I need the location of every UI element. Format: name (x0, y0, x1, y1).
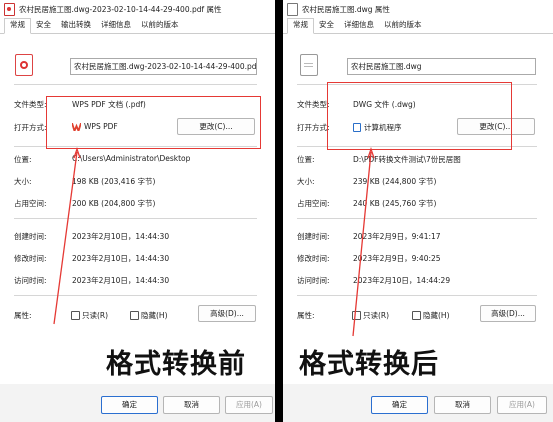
pdf-file-icon (4, 3, 15, 16)
properties-dialog-before: 农村民居施工图.dwg-2023-02-10-14-44-29-400.pdf … (0, 0, 275, 422)
arrow-annotation (352, 146, 375, 337)
tab-strip: 常规 安全 详细信息 以前的版本 (283, 18, 553, 34)
properties-dialog-after: 农村民居施工图.dwg 属性 常规 安全 详细信息 以前的版本 农村民居施工图.… (283, 0, 553, 422)
tab-general[interactable]: 常规 (287, 18, 314, 34)
tab-details[interactable]: 详细信息 (339, 19, 379, 33)
cancel-button[interactable]: 取消 (434, 396, 491, 414)
dwg-file-icon (287, 3, 298, 16)
caption-before: 格式转换前 (106, 349, 246, 380)
dialog-footer: 确定 取消 应用(A) (283, 384, 553, 422)
caption-after: 格式转换后 (299, 349, 439, 380)
ok-button[interactable]: 确定 (371, 396, 428, 414)
ok-button[interactable]: 确定 (101, 396, 158, 414)
tab-general[interactable]: 常规 (4, 18, 31, 34)
tab-previous-versions[interactable]: 以前的版本 (379, 19, 427, 33)
tab-security[interactable]: 安全 (314, 19, 339, 33)
tab-details[interactable]: 详细信息 (96, 19, 136, 33)
window-title: 农村民居施工图.dwg 属性 (302, 5, 390, 14)
title-bar: 农村民居施工图.dwg 属性 (283, 0, 553, 19)
general-panel: 农村民居施工图.dwg 文件类型: DWG 文件 (.dwg) 打开方式: 计算… (283, 34, 553, 384)
tab-output-convert[interactable]: 输出转换 (56, 19, 96, 33)
dialog-footer: 确定 取消 应用(A) (0, 384, 275, 422)
tab-security[interactable]: 安全 (31, 19, 56, 33)
cancel-button[interactable]: 取消 (163, 396, 220, 414)
general-panel: 农村民居施工图.dwg-2023-02-10-14-44-29-400.pdf … (0, 34, 275, 384)
apply-button[interactable]: 应用(A) (225, 396, 273, 414)
tab-previous-versions[interactable]: 以前的版本 (136, 19, 184, 33)
window-title: 农村民居施工图.dwg-2023-02-10-14-44-29-400.pdf … (19, 5, 222, 14)
arrow-annotation (53, 146, 81, 325)
title-bar: 农村民居施工图.dwg-2023-02-10-14-44-29-400.pdf … (0, 0, 275, 19)
apply-button[interactable]: 应用(A) (497, 396, 547, 414)
tab-strip: 常规 安全 输出转换 详细信息 以前的版本 (0, 18, 275, 34)
